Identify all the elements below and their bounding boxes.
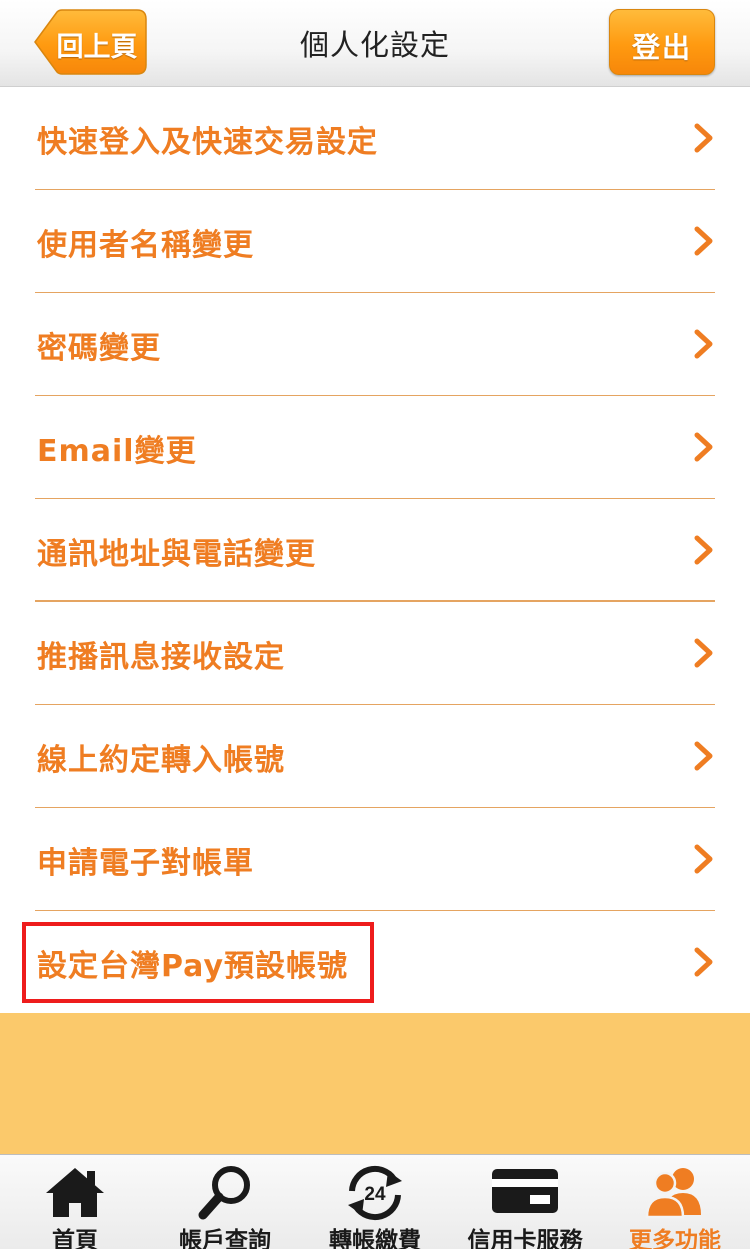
tab-credit-card-service[interactable]: 信用卡服務 — [468, 1155, 583, 1249]
menu-item-label: 線上約定轉入帳號 — [37, 743, 285, 778]
tab-more-functions[interactable]: 更多功能 — [625, 1155, 725, 1249]
chevron-right-icon — [694, 535, 713, 565]
chevron-right-icon — [694, 123, 713, 153]
personalization-settings-screen: 回上頁 個人化設定 登出 快速登入及快速交易設定 使用者名稱變更 密碼變更 Em… — [0, 0, 750, 1249]
logout-button-label: 登出 — [631, 31, 692, 64]
menu-item-address-phone-change[interactable]: 通訊地址與電話變更 — [35, 499, 715, 602]
menu-item-online-payee-accounts[interactable]: 線上約定轉入帳號 — [35, 705, 715, 808]
tab-home[interactable]: 首頁 — [25, 1155, 125, 1249]
menu-item-e-statement[interactable]: 申請電子對帳單 — [35, 808, 715, 911]
tab-account-inquiry[interactable]: 帳戶查詢 — [170, 1155, 280, 1249]
menu-item-label: 申請電子對帳單 — [37, 846, 254, 881]
highlight-box — [22, 922, 374, 1003]
menu-item-label: 推播訊息接收設定 — [37, 640, 285, 675]
tab-label: 帳戶查詢 — [179, 1228, 271, 1249]
chevron-right-icon — [694, 226, 713, 256]
transfer-24-icon-text: 24 — [364, 1184, 386, 1205]
tab-label: 更多功能 — [629, 1228, 721, 1249]
chevron-right-icon — [694, 947, 713, 977]
home-icon — [46, 1168, 104, 1217]
nav-header: 回上頁 個人化設定 登出 — [0, 0, 750, 87]
menu-item-label: Email變更 — [37, 434, 197, 469]
menu-item-label: 通訊地址與電話變更 — [37, 537, 316, 572]
menu-item-push-notification-settings[interactable]: 推播訊息接收設定 — [35, 602, 715, 705]
settings-menu: 快速登入及快速交易設定 使用者名稱變更 密碼變更 Email變更 通訊地址與電話… — [0, 87, 750, 1014]
chevron-right-icon — [694, 329, 713, 359]
bottom-tab-bar: 首頁 帳戶查詢 24 轉帳繳費 信用卡服務 更多功能 — [0, 1154, 750, 1249]
menu-item-username-change[interactable]: 使用者名稱變更 — [35, 190, 715, 293]
chevron-right-icon — [694, 432, 713, 462]
chevron-right-icon — [694, 844, 713, 874]
logout-button[interactable]: 登出 — [609, 9, 715, 75]
menu-item-quick-login[interactable]: 快速登入及快速交易設定 — [35, 87, 715, 190]
search-icon — [198, 1166, 250, 1220]
people-icon — [645, 1168, 701, 1219]
empty-content-area — [0, 1013, 750, 1154]
menu-item-label: 密碼變更 — [37, 331, 161, 366]
chevron-right-icon — [694, 741, 713, 771]
chevron-right-icon — [694, 638, 713, 668]
tab-transfer-payment[interactable]: 24 轉帳繳費 — [320, 1155, 430, 1249]
tab-label: 首頁 — [52, 1228, 98, 1249]
tab-label: 信用卡服務 — [467, 1228, 583, 1249]
tab-label: 轉帳繳費 — [329, 1228, 421, 1249]
menu-item-label: 使用者名稱變更 — [37, 228, 254, 263]
menu-item-email-change[interactable]: Email變更 — [35, 396, 715, 499]
menu-item-password-change[interactable]: 密碼變更 — [35, 293, 715, 396]
menu-item-label: 快速登入及快速交易設定 — [37, 125, 378, 160]
transfer-24-icon: 24 — [348, 1165, 402, 1221]
credit-card-icon — [492, 1169, 558, 1213]
